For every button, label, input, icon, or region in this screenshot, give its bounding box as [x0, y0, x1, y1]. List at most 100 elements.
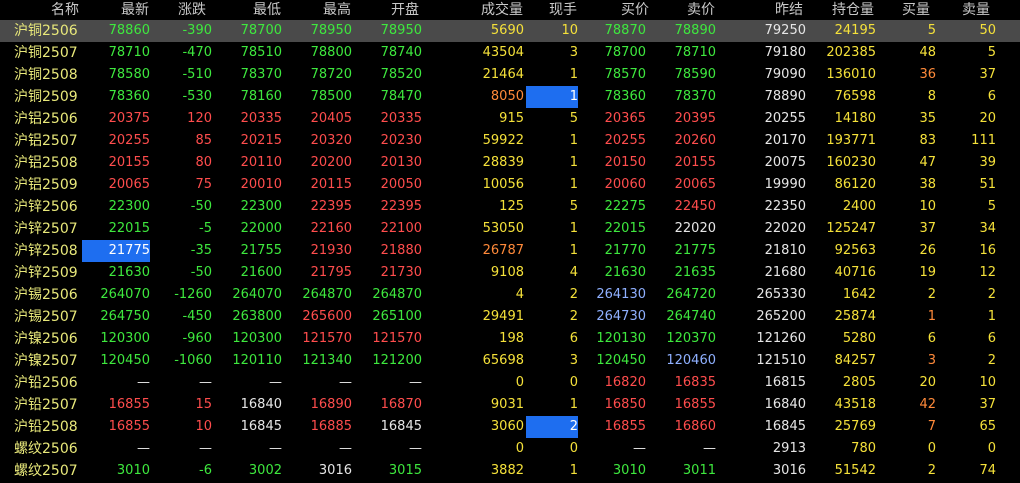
table-row[interactable]: 沪铜2508 78580 -510 78370 78720 78520 21464 1 7857… — [0, 64, 1020, 86]
open-price: 265100 — [372, 309, 422, 324]
header-low[interactable]: 最低 — [232, 0, 302, 20]
table-row[interactable]: 螺纹2507 3010 -6 3002 3016 3015 3882 1 3010 3011 301… — [0, 460, 1020, 482]
symbol-name: 沪铝2508 — [14, 155, 78, 171]
table-row[interactable]: 螺纹2506 — — — — — 0 0 — — 2913 780 0 0 — [0, 438, 1020, 460]
current-lots: 1 — [569, 177, 578, 192]
current-lots: 1 — [569, 67, 578, 82]
open-price: 22100 — [380, 221, 422, 236]
table-row[interactable]: 沪锌2508 21775 -35 21755 21930 21880 26787 1 21770… — [0, 240, 1020, 262]
table-row[interactable]: 沪锌2506 22300 -50 22300 22395 22395 125 5 22275 22… — [0, 196, 1020, 218]
table-row[interactable]: 沪锡2506 264070 -1260 264070 264870 264870 4 2 264… — [0, 284, 1020, 306]
table-row[interactable]: 沪锌2507 22015 -5 22000 22160 22100 53050 1 22015 2… — [0, 218, 1020, 240]
current-lots: 3 — [569, 45, 578, 60]
volume: 125 — [499, 199, 524, 214]
high-price: 264870 — [302, 287, 352, 302]
bid-price: — — [633, 441, 646, 456]
volume: 3060 — [490, 419, 524, 434]
volume: 8050 — [490, 89, 524, 104]
header-ask-qty[interactable]: 卖量 — [946, 0, 1006, 20]
open-interest: 14180 — [834, 111, 876, 126]
high-price: — — [339, 441, 352, 456]
table-row[interactable]: 沪锡2507 264750 -450 263800 265600 265100 29491 2… — [0, 306, 1020, 328]
table-row[interactable]: 沪铜2506 78860 -390 78700 78950 78950 5690 10 7887… — [0, 20, 1020, 42]
table-row[interactable]: 沪镍2506 120300 -960 120300 121570 121570 198 6 12… — [0, 328, 1020, 350]
prev-settle: 79090 — [764, 67, 806, 82]
symbol-name: 螺纹2507 — [14, 463, 78, 479]
table-row[interactable]: 沪铝2506 20375 120 20335 20405 20335 915 5 20365 20… — [0, 108, 1020, 130]
open-price: 3015 — [388, 463, 422, 478]
table-row[interactable]: 沪铅2508 16855 10 16845 16885 16845 3060 2 16855 16… — [0, 416, 1020, 438]
bid-price: 120450 — [596, 353, 646, 368]
open-interest: 40716 — [834, 265, 876, 280]
header-name[interactable]: 名称 — [40, 0, 90, 20]
ask-price: 78590 — [674, 67, 716, 82]
prev-settle: 22350 — [764, 199, 806, 214]
bid-price: 16855 — [604, 419, 646, 434]
volume: 9108 — [490, 265, 524, 280]
header-bid[interactable]: 买价 — [600, 0, 670, 20]
change: — — [199, 375, 212, 390]
header-high[interactable]: 最高 — [302, 0, 372, 20]
open-interest: 92563 — [834, 243, 876, 258]
ask-qty: 34 — [979, 221, 996, 236]
last-price: 16855 — [108, 419, 150, 434]
ask-price: 22020 — [674, 221, 716, 236]
open-price: 20335 — [380, 111, 422, 126]
volume: 915 — [499, 111, 524, 126]
header-open[interactable]: 开盘 — [370, 0, 440, 20]
low-price: 78160 — [240, 89, 282, 104]
header-change[interactable]: 涨跌 — [162, 0, 222, 20]
prev-settle: 121510 — [756, 353, 806, 368]
open-price: 20050 — [380, 177, 422, 192]
table-row[interactable]: 沪铝2507 20255 85 20215 20320 20230 59922 1 20255 2… — [0, 130, 1020, 152]
table-row[interactable]: 沪镍2507 120450 -1060 120110 121340 121200 65698… — [0, 350, 1020, 372]
symbol-name: 沪铜2508 — [14, 67, 78, 83]
last-price: 20375 — [108, 111, 150, 126]
bid-price: 21630 — [604, 265, 646, 280]
bid-qty: 8 — [927, 89, 936, 104]
ask-qty: 16 — [979, 243, 996, 258]
ask-price: 22450 — [674, 199, 716, 214]
header-prev-settle[interactable]: 昨结 — [754, 0, 824, 20]
change: — — [199, 441, 212, 456]
table-row[interactable]: 沪铝2509 20065 75 20010 20115 20050 10056 1 20060 2… — [0, 174, 1020, 196]
table-row[interactable]: 沪铝2508 20155 80 20110 20200 20130 28839 1 20150 2… — [0, 152, 1020, 174]
volume: 53050 — [482, 221, 524, 236]
last-price: 20255 — [108, 133, 150, 148]
open-price: — — [409, 441, 422, 456]
volume: 28839 — [482, 155, 524, 170]
bid-qty: 48 — [919, 45, 936, 60]
header-bid-qty[interactable]: 买量 — [886, 0, 946, 20]
header-open-interest[interactable]: 持仓量 — [818, 0, 888, 20]
change: 85 — [195, 133, 212, 148]
ask-price: 78370 — [674, 89, 716, 104]
symbol-name: 沪铜2506 — [14, 23, 78, 39]
high-price: 16885 — [310, 419, 352, 434]
open-price: 22395 — [380, 199, 422, 214]
table-row[interactable]: 沪铜2507 78710 -470 78510 78800 78740 43504 3 7870… — [0, 42, 1020, 64]
header-volume[interactable]: 成交量 — [462, 0, 542, 20]
table-row[interactable]: 沪锌2509 21630 -50 21600 21795 21730 9108 4 21630 2… — [0, 262, 1020, 284]
low-price: 263800 — [232, 309, 282, 324]
ask-qty: 10 — [979, 375, 996, 390]
last-price: 120450 — [100, 353, 150, 368]
bid-qty: 26 — [919, 243, 936, 258]
symbol-name: 沪锡2507 — [14, 309, 78, 325]
ask-qty: 12 — [979, 265, 996, 280]
header-current-lots[interactable]: 现手 — [536, 0, 590, 20]
prev-settle: 79250 — [764, 23, 806, 38]
high-price: 20405 — [310, 111, 352, 126]
ask-price: 78710 — [674, 45, 716, 60]
header-last[interactable]: 最新 — [100, 0, 170, 20]
low-price: 16840 — [240, 397, 282, 412]
ask-price: 16855 — [674, 397, 716, 412]
last-price: 78860 — [108, 23, 150, 38]
symbol-name: 沪锌2508 — [14, 243, 78, 259]
header-ask[interactable]: 卖价 — [666, 0, 736, 20]
table-row[interactable]: 沪铜2509 78360 -530 78160 78500 78470 8050 1 78360… — [0, 86, 1020, 108]
low-price: 22300 — [240, 199, 282, 214]
table-row[interactable]: 沪铅2507 16855 15 16840 16890 16870 9031 1 16850 16… — [0, 394, 1020, 416]
bid-qty: 2 — [927, 463, 936, 478]
low-price: 264070 — [232, 287, 282, 302]
table-row[interactable]: 沪铅2506 — — — — — 0 0 16820 16835 16815 2805 20 10 — [0, 372, 1020, 394]
